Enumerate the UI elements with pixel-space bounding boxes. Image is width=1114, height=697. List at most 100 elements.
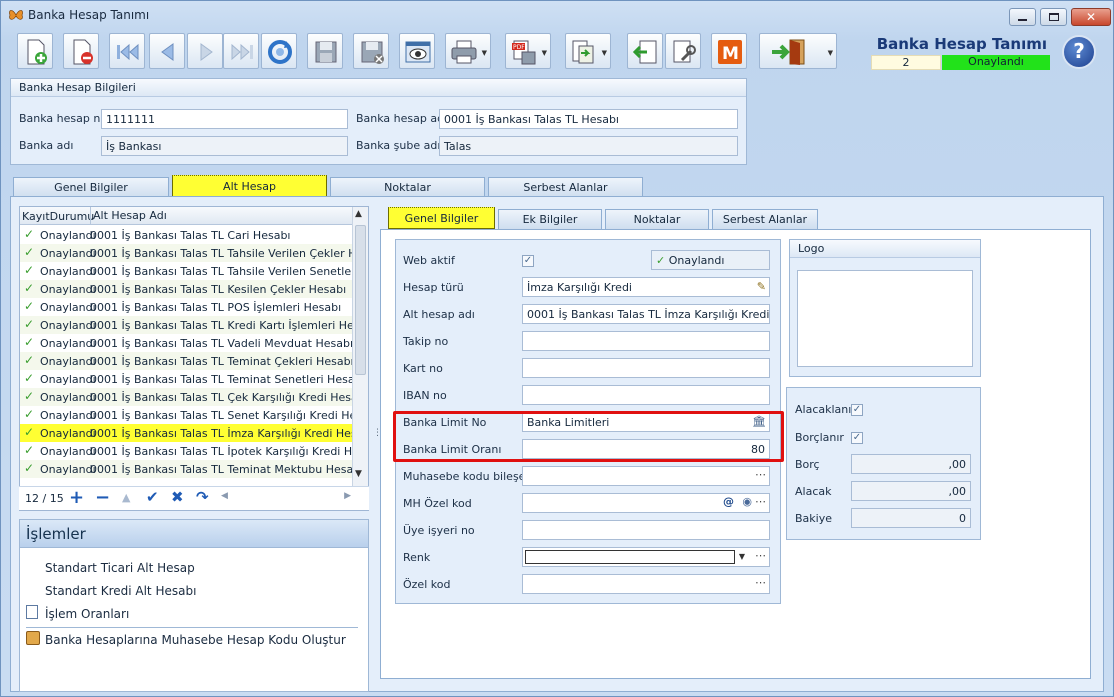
subtab-noktalar[interactable]: Noktalar	[605, 209, 709, 229]
scroll-up-icon[interactable]: ▲	[355, 209, 362, 219]
exit-button[interactable]: ▼	[759, 33, 837, 69]
add-row-icon[interactable]: +	[69, 487, 84, 508]
status-badge: Onaylandı	[942, 55, 1050, 70]
scroll-right-icon[interactable]: ▶	[344, 491, 351, 501]
grid-scrollbar[interactable]: ▲ ▼	[352, 207, 368, 510]
export-button[interactable]: ▼	[565, 33, 611, 69]
check-icon: ✓	[656, 254, 666, 267]
tab-noktalar[interactable]: Noktalar	[330, 177, 485, 197]
preview-button[interactable]	[399, 33, 435, 69]
delete-button[interactable]	[63, 33, 99, 69]
confirm-icon[interactable]: ✔	[146, 488, 159, 506]
mh-special-code-field[interactable]: @ ◉ ⋯	[522, 493, 770, 513]
table-row[interactable]: ✓ Onaylandı 0001 İş Bankası Talas TL İpote…	[20, 442, 353, 460]
color-picker[interactable]: ▼ ⋯	[522, 547, 770, 567]
window-title: Banka Hesap Tanımı	[28, 8, 150, 22]
save-close-button[interactable]	[353, 33, 389, 69]
table-row[interactable]: ✓ Onaylandı 0001 İş Bankası Talas TL İmza …	[20, 424, 353, 442]
op-create-accounting-code[interactable]: Banka Hesaplarına Muhasebe Hesap Kodu Ol…	[45, 633, 346, 647]
special-code-field[interactable]: ⋯	[522, 574, 770, 594]
minimize-button[interactable]	[1009, 8, 1036, 26]
tab-alt-hesap[interactable]: Alt Hesap	[172, 175, 327, 197]
ellipsis-icon[interactable]: ⋯	[755, 549, 766, 562]
table-row[interactable]: ✓ Onaylandı 0001 İş Bankası Talas TL Kesil…	[20, 280, 353, 298]
ellipsis-icon[interactable]: ⋯	[755, 576, 766, 589]
table-row[interactable]: ✓ Onaylandı 0001 İş Bankası Talas TL Cari …	[20, 226, 353, 244]
help-button[interactable]: ?	[1062, 35, 1096, 69]
subtab-genel-bilgiler[interactable]: Genel Bilgiler	[388, 207, 495, 229]
subtab-serbest-alanlar[interactable]: Serbest Alanlar	[712, 209, 818, 229]
table-row[interactable]: ✓ Onaylandı 0001 İş Bankası Talas TL Senet…	[20, 406, 353, 424]
chevron-down-icon[interactable]: ▼	[739, 550, 745, 563]
op-standard-commercial[interactable]: Standart Ticari Alt Hesap	[45, 561, 195, 575]
splitter-handle[interactable]: ⋮	[373, 429, 382, 445]
ellipsis-icon[interactable]: ⋯	[755, 468, 766, 481]
op-standard-credit[interactable]: Standart Kredi Alt Hesabı	[45, 584, 196, 598]
eye-icon[interactable]: ◉	[742, 495, 752, 508]
maximize-button[interactable]	[1040, 8, 1067, 26]
remove-row-icon[interactable]: −	[95, 487, 110, 508]
first-record-icon	[117, 43, 139, 61]
ellipsis-icon[interactable]: ⋯	[755, 495, 766, 508]
sub-account-name-field[interactable]: 0001 İş Bankası Talas TL İmza Karşılığı …	[522, 304, 770, 324]
at-icon[interactable]: @	[723, 495, 734, 508]
account-no-field[interactable]: 1111111	[101, 109, 348, 129]
pdf-export-button[interactable]: PDF ▼	[505, 33, 551, 69]
previous-record-button[interactable]	[149, 33, 185, 69]
check-icon: ✓	[24, 371, 35, 385]
logo-image-box[interactable]	[797, 270, 973, 367]
web-active-checkbox[interactable]: ✓	[522, 255, 534, 267]
row-name: 0001 İş Bankası Talas TL Teminat Mektubu…	[90, 463, 352, 476]
move-up-icon[interactable]: ▲	[122, 491, 130, 504]
import-button[interactable]	[627, 33, 663, 69]
card-no-field[interactable]	[522, 358, 770, 378]
debit-label: Borç	[795, 458, 820, 471]
accounting-code-field[interactable]: ⋯	[522, 466, 770, 486]
check-icon: ✓	[24, 353, 35, 367]
column-header-status[interactable]: KayıtDurumu	[22, 210, 94, 223]
column-header-name[interactable]: Alt Hesap Adı	[90, 207, 167, 225]
tab-serbest-alanlar[interactable]: Serbest Alanlar	[488, 177, 643, 197]
account-name-field[interactable]: 0001 İş Bankası Talas TL Hesabı	[439, 109, 738, 129]
iban-field[interactable]	[522, 385, 770, 405]
table-row[interactable]: ✓ Onaylandı 0001 İş Bankası Talas TL POS İ…	[20, 298, 353, 316]
scroll-thumb[interactable]	[355, 225, 366, 375]
debts-checkbox[interactable]: ✓	[851, 432, 863, 444]
table-row[interactable]: ✓ Onaylandı 0001 İş Bankası Talas TL Vadel…	[20, 334, 353, 352]
dropdown-arrow-icon: ▼	[827, 49, 833, 57]
approved-toggle[interactable]: ✓ Onaylandı	[651, 250, 770, 270]
last-record-button[interactable]	[223, 33, 259, 69]
scroll-down-icon[interactable]: ▼	[355, 469, 362, 479]
table-row[interactable]: ✓ Onaylandı 0001 İş Bankası Talas TL Temin…	[20, 460, 353, 478]
table-row[interactable]: ✓ Onaylandı 0001 İş Bankası Talas TL Tahsi…	[20, 244, 353, 262]
m-app-button[interactable]: M	[711, 33, 747, 69]
print-button[interactable]: ▼	[445, 33, 491, 69]
tab-genel-bilgiler[interactable]: Genel Bilgiler	[13, 177, 169, 197]
horizontal-scroll[interactable]: ◀ ▶	[221, 491, 351, 503]
edit-icon[interactable]: ✎	[757, 280, 766, 293]
scroll-left-icon[interactable]: ◀	[221, 491, 228, 501]
account-type-field[interactable]: İmza Karşılığı Kredi ✎	[522, 277, 770, 297]
close-button[interactable]: ✕	[1071, 8, 1111, 26]
tools-button[interactable]	[665, 33, 701, 69]
check-icon: ✓	[24, 389, 35, 403]
new-button[interactable]	[17, 33, 53, 69]
cancel-icon[interactable]: ✖	[171, 488, 184, 506]
save-icon	[315, 41, 337, 63]
tracking-no-field[interactable]	[522, 331, 770, 351]
subtab-ek-bilgiler[interactable]: Ek Bilgiler	[498, 209, 602, 229]
table-row[interactable]: ✓ Onaylandı 0001 İş Bankası Talas TL Tahsi…	[20, 262, 353, 280]
table-row[interactable]: ✓ Onaylandı 0001 İş Bankası Talas TL Kredi…	[20, 316, 353, 334]
table-row[interactable]: ✓ Onaylandı 0001 İş Bankası Talas TL Temin…	[20, 352, 353, 370]
undo-icon[interactable]: ↷	[196, 488, 209, 506]
refresh-button[interactable]	[261, 33, 297, 69]
table-row[interactable]: ✓ Onaylandı 0001 İş Bankası Talas TL Temin…	[20, 370, 353, 388]
first-record-button[interactable]	[109, 33, 145, 69]
next-record-button[interactable]	[187, 33, 223, 69]
member-no-field[interactable]	[522, 520, 770, 540]
op-transaction-rates[interactable]: İşlem Oranları	[45, 607, 129, 621]
receivables-checkbox[interactable]: ✓	[851, 404, 863, 416]
table-row[interactable]: ✓ Onaylandı 0001 İş Bankası Talas TL Çek K…	[20, 388, 353, 406]
credit-field: ,00	[851, 481, 971, 501]
save-button[interactable]	[307, 33, 343, 69]
